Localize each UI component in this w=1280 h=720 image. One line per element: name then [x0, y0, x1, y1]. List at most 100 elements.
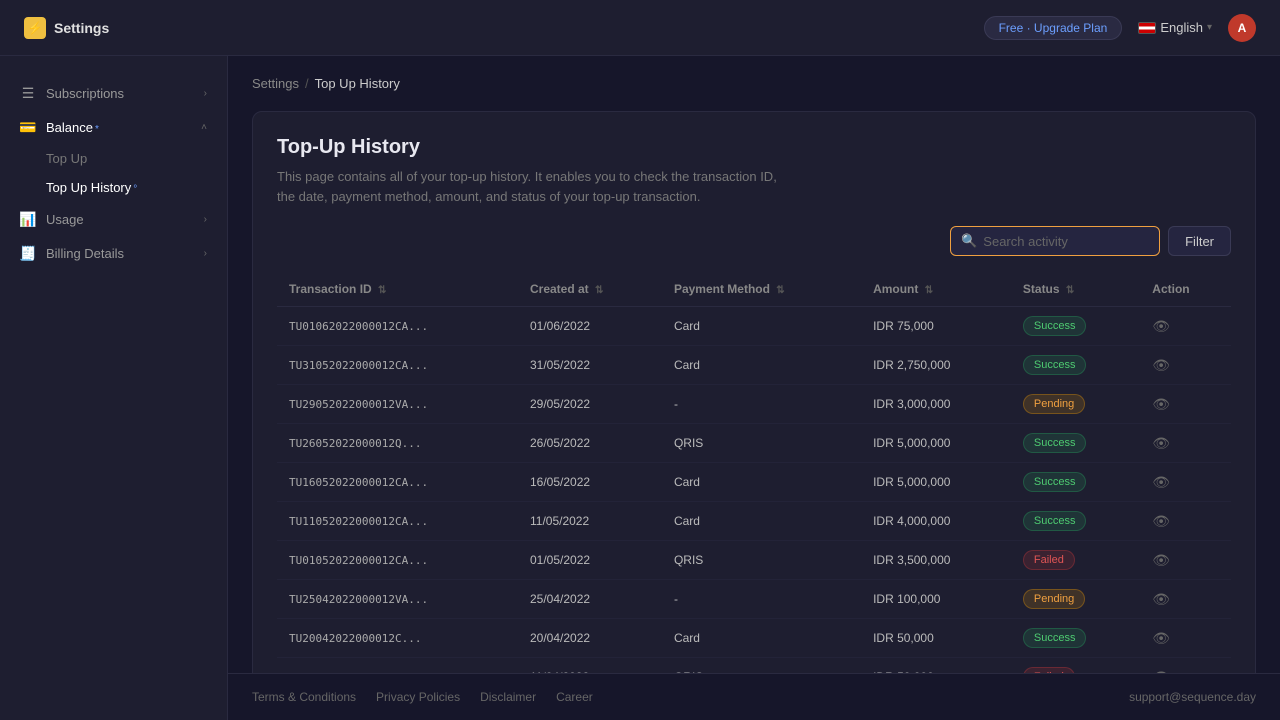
view-icon[interactable]: 👁 — [1152, 474, 1170, 490]
status-badge: Success — [1023, 355, 1087, 375]
sort-icon-tid[interactable]: ⇅ — [378, 285, 386, 296]
chevron-right-icon: › — [204, 88, 207, 99]
view-icon[interactable]: 👁 — [1152, 357, 1170, 373]
status-badge: Success — [1023, 472, 1087, 492]
cell-action[interactable]: 👁 — [1140, 502, 1231, 541]
footer-link[interactable]: Career — [556, 690, 593, 704]
cell-amount: IDR 75,000 — [861, 307, 1011, 346]
col-status: Status ⇅ — [1011, 272, 1140, 307]
cell-action[interactable]: 👁 — [1140, 307, 1231, 346]
view-icon[interactable]: 👁 — [1152, 513, 1170, 529]
sort-icon-amount[interactable]: ⇅ — [925, 285, 933, 296]
table-row: TU26052022000012Q... 26/05/2022 QRIS IDR… — [277, 424, 1231, 463]
cell-action[interactable]: 👁 — [1140, 658, 1231, 674]
sidebar-usage-label: Usage — [46, 212, 84, 227]
cell-created-at: 11/05/2022 — [518, 502, 662, 541]
chevron-right-icon-usage: › — [204, 214, 207, 225]
status-badge: Success — [1023, 316, 1087, 336]
billing-icon: 🧾 — [20, 245, 36, 261]
cell-action[interactable]: 👁 — [1140, 541, 1231, 580]
subscriptions-icon: ☰ — [20, 85, 36, 101]
footer: Terms & Conditions Privacy Policies Discla… — [228, 673, 1280, 720]
cell-created-at: 29/05/2022 — [518, 385, 662, 424]
view-icon[interactable]: 👁 — [1152, 552, 1170, 568]
table-row: TU16052022000012CA... 16/05/2022 Card ID… — [277, 463, 1231, 502]
sidebar-item-balance[interactable]: 💳 Balance* ˄ — [0, 110, 227, 144]
cell-action[interactable]: 👁 — [1140, 463, 1231, 502]
chevron-down-icon: ˄ — [201, 122, 207, 133]
breadcrumb-current: Top Up History — [315, 76, 400, 91]
cell-created-at: 20/04/2022 — [518, 619, 662, 658]
cell-status: Success — [1011, 619, 1140, 658]
cell-amount: IDR 3,500,000 — [861, 541, 1011, 580]
status-badge: Success — [1023, 511, 1087, 531]
language-selector[interactable]: English ▾ — [1138, 20, 1212, 35]
cell-amount: IDR 2,750,000 — [861, 346, 1011, 385]
cell-transaction-id: TU16052022000012CA... — [277, 463, 518, 502]
status-badge: Pending — [1023, 589, 1085, 609]
search-icon: 🔍 — [961, 233, 977, 249]
cell-transaction-id: TU29052022000012VA... — [277, 385, 518, 424]
chevron-down-icon: ▾ — [1207, 22, 1212, 33]
view-icon[interactable]: 👁 — [1152, 435, 1170, 451]
cell-payment-method: - — [662, 385, 861, 424]
table-row: TU01062022000012CA... 01/06/2022 Card ID… — [277, 307, 1231, 346]
upgrade-button[interactable]: Free · Upgrade Plan — [984, 16, 1123, 40]
sidebar-item-subscriptions[interactable]: ☰ Subscriptions › — [0, 76, 227, 110]
table-row: TU01052022000012CA... 01/05/2022 QRIS ID… — [277, 541, 1231, 580]
view-icon[interactable]: 👁 — [1152, 318, 1170, 334]
cell-action[interactable]: 👁 — [1140, 580, 1231, 619]
cell-action[interactable]: 👁 — [1140, 385, 1231, 424]
cell-transaction-id: TU20042022000012C... — [277, 619, 518, 658]
avatar[interactable]: A — [1228, 14, 1256, 42]
cell-created-at: 11/04/2022 — [518, 658, 662, 674]
col-amount: Amount ⇅ — [861, 272, 1011, 307]
cell-transaction-id: TU11042022000012QR... — [277, 658, 518, 674]
cell-status: Success — [1011, 307, 1140, 346]
cell-amount: IDR 4,000,000 — [861, 502, 1011, 541]
view-icon[interactable]: 👁 — [1152, 396, 1170, 412]
cell-payment-method: QRIS — [662, 658, 861, 674]
sidebar-item-topup[interactable]: Top Up — [46, 144, 227, 173]
cell-payment-method: QRIS — [662, 541, 861, 580]
footer-link[interactable]: Terms & Conditions — [252, 690, 356, 704]
cell-action[interactable]: 👁 — [1140, 619, 1231, 658]
cell-status: Success — [1011, 502, 1140, 541]
view-icon[interactable]: 👁 — [1152, 591, 1170, 607]
app-brand: ⚡ Settings — [24, 17, 109, 39]
cell-transaction-id: TU26052022000012Q... — [277, 424, 518, 463]
cell-action[interactable]: 👁 — [1140, 424, 1231, 463]
sort-icon-status[interactable]: ⇅ — [1066, 285, 1074, 296]
breadcrumb-settings[interactable]: Settings — [252, 76, 299, 91]
search-input[interactable] — [983, 234, 1149, 249]
cell-status: Success — [1011, 346, 1140, 385]
main-area: Settings / Top Up History Top-Up History… — [228, 56, 1280, 720]
filter-button[interactable]: Filter — [1168, 226, 1231, 256]
col-created-at: Created at ⇅ — [518, 272, 662, 307]
balance-badge: * — [95, 124, 99, 135]
logo-icon: ⚡ — [24, 17, 46, 39]
sort-icon-pm[interactable]: ⇅ — [776, 285, 784, 296]
search-box[interactable]: 🔍 — [950, 226, 1160, 256]
sidebar-item-billing[interactable]: 🧾 Billing Details › — [0, 236, 227, 270]
cell-payment-method: Card — [662, 463, 861, 502]
col-action: Action — [1140, 272, 1231, 307]
view-icon[interactable]: 👁 — [1152, 630, 1170, 646]
sidebar-item-usage[interactable]: 📊 Usage › — [0, 202, 227, 236]
usage-icon: 📊 — [20, 211, 36, 227]
footer-link[interactable]: Disclaimer — [480, 690, 536, 704]
sidebar-subscriptions-label: Subscriptions — [46, 86, 124, 101]
topup-history-badge: ° — [133, 184, 137, 195]
sidebar-balance-label: Balance* — [46, 120, 99, 135]
sidebar-item-topup-history[interactable]: Top Up History° — [46, 173, 227, 202]
search-filter-row: 🔍 Filter — [277, 226, 1231, 256]
sidebar: ☰ Subscriptions › 💳 Balance* ˄ Top Up To… — [0, 56, 228, 720]
footer-link[interactable]: Privacy Policies — [376, 690, 460, 704]
table-row: TU25042022000012VA... 25/04/2022 - IDR 1… — [277, 580, 1231, 619]
cell-payment-method: Card — [662, 502, 861, 541]
cell-created-at: 25/04/2022 — [518, 580, 662, 619]
cell-amount: IDR 50,000 — [861, 658, 1011, 674]
status-badge: Failed — [1023, 550, 1075, 570]
cell-action[interactable]: 👁 — [1140, 346, 1231, 385]
sort-icon-date[interactable]: ⇅ — [595, 285, 603, 296]
